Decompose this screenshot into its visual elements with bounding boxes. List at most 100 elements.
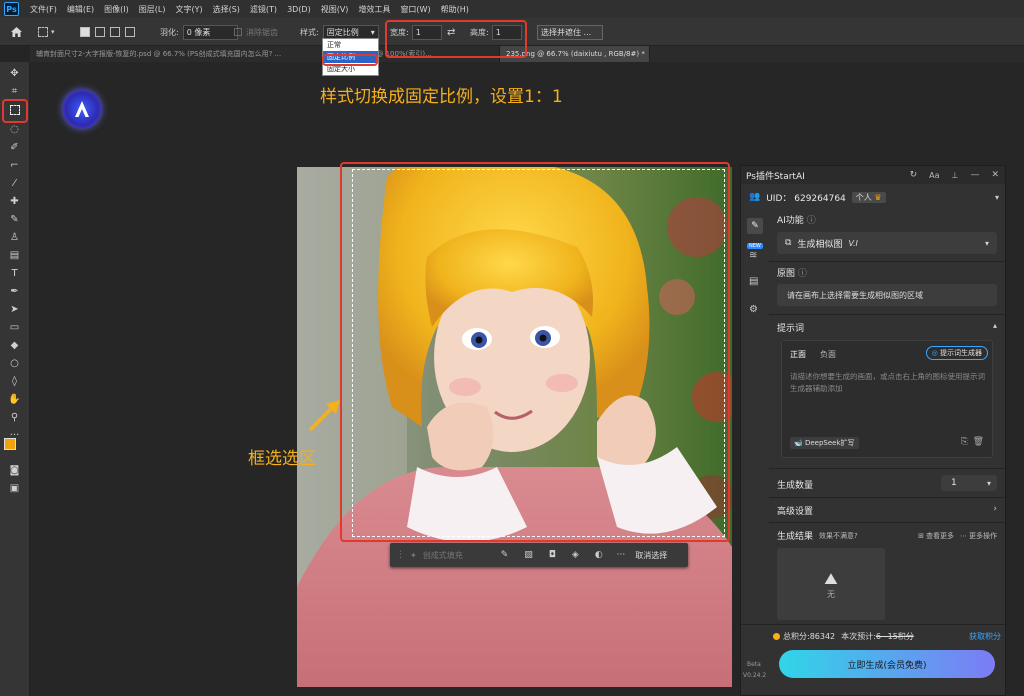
close-icon[interactable]: ✕: [991, 170, 999, 180]
brush-tool-icon[interactable]: ✎: [8, 213, 21, 226]
minimize-icon[interactable]: —: [970, 170, 979, 180]
style-label: 样式:: [300, 27, 319, 37]
subtract-selection-icon[interactable]: [110, 27, 120, 37]
mask-icon[interactable]: ◘: [549, 550, 556, 560]
document-tabs: 辅育封面尺寸2-大字报版-恢复的.psd @ 66.7% (PS创成式填充国内怎…: [30, 46, 1024, 62]
layers-tab-icon[interactable]: ≋: [749, 250, 757, 261]
settings-gear-icon[interactable]: ⚙: [749, 304, 758, 315]
results-unsatisfied[interactable]: 效果不满意?: [819, 531, 858, 541]
deepseek-expand-button[interactable]: 🐋 DeepSeek扩写: [790, 437, 859, 449]
lasso-tool-icon[interactable]: ◌: [8, 123, 21, 136]
result-thumbnail[interactable]: ⛰ 无: [777, 548, 885, 620]
type-tool-icon[interactable]: T: [8, 267, 21, 280]
chevron-up-icon[interactable]: ▴: [993, 321, 997, 334]
menu-view[interactable]: 视图(V): [316, 4, 354, 15]
fill-icon[interactable]: ◈: [572, 550, 579, 560]
prompt-generator-label: 提示词生成器: [940, 349, 982, 357]
account-badge-label: 个人: [855, 192, 872, 202]
feather-input[interactable]: 0 像素: [182, 24, 238, 40]
adjustment-icon[interactable]: ◐: [595, 550, 603, 560]
prompt-header[interactable]: 提示词 ▴: [777, 321, 997, 334]
prompt-textarea[interactable]: 请描述你想要生成的画面，或点击右上角的图标使用提示词生成器辅助添加: [790, 371, 986, 395]
more-options-icon[interactable]: ···: [617, 550, 626, 560]
menu-plugins[interactable]: 增效工具: [353, 4, 395, 15]
menu-help[interactable]: 帮助(H): [436, 4, 474, 15]
menu-filter[interactable]: 滤镜(T): [245, 4, 282, 15]
invert-selection-icon[interactable]: ▨: [524, 550, 533, 560]
menu-3d[interactable]: 3D(D): [282, 5, 316, 14]
account-badge[interactable]: 个人 ♛: [851, 191, 886, 203]
menu-file[interactable]: 文件(F): [25, 4, 62, 15]
home-icon[interactable]: [10, 24, 23, 40]
pen-tab-icon[interactable]: ✎: [747, 218, 763, 234]
font-size-icon[interactable]: Aa: [929, 171, 939, 180]
clone-stamp-icon[interactable]: ♙: [8, 231, 21, 244]
chevron-down-icon[interactable]: ▾: [995, 193, 999, 202]
refresh-icon[interactable]: ↻: [910, 170, 918, 180]
advanced-settings[interactable]: 高级设置 ›: [777, 504, 997, 517]
foreground-color-swatch[interactable]: [4, 438, 16, 450]
crop-tool-icon[interactable]: ⌐: [8, 159, 21, 172]
zoom-tool-icon[interactable]: ⚲: [8, 411, 21, 424]
startai-logo-icon[interactable]: [63, 90, 101, 128]
antialias-checkbox[interactable]: [234, 28, 242, 36]
marquee-preset-icon[interactable]: ▾: [38, 24, 55, 40]
menu-select[interactable]: 选择(S): [208, 4, 245, 15]
ai-function-select[interactable]: ⧉ 生成相似图 V.I ▾: [777, 232, 997, 254]
path-selection-icon[interactable]: ➤: [8, 303, 21, 316]
style-select-value: 固定比例: [326, 27, 359, 37]
menu-layer[interactable]: 图层(L): [134, 4, 171, 15]
select-and-mask-button[interactable]: 选择并遮住 ...: [537, 24, 603, 40]
brush-adjust-icon[interactable]: ✎: [501, 550, 509, 560]
count-label: 生成数量: [777, 481, 814, 491]
menu-window[interactable]: 窗口(W): [395, 4, 435, 15]
drag-handle-icon[interactable]: ⋮: [396, 550, 405, 560]
trash-icon[interactable]: 🗑: [973, 437, 984, 447]
count-value: 1: [951, 478, 957, 488]
document-tab-icon[interactable]: ▤: [749, 276, 758, 287]
tab-positive[interactable]: 正面: [790, 349, 806, 360]
ellipse-tool-icon[interactable]: ○: [8, 357, 21, 370]
count-select[interactable]: 1 ▾: [941, 475, 997, 491]
artboard-tool-icon[interactable]: ⌗: [8, 85, 21, 98]
source-area[interactable]: 请在画布上选择需要生成相似图的区域: [777, 284, 997, 306]
dropdown-option-normal[interactable]: 正常: [323, 39, 378, 51]
eyedropper-tool-icon[interactable]: ⁄: [8, 177, 21, 190]
feather-label: 羽化:: [160, 27, 179, 37]
rectangle-tool-icon[interactable]: ▭: [8, 321, 21, 334]
gradient-tool-icon[interactable]: ▤: [8, 249, 21, 262]
paint-bucket-icon[interactable]: ◆: [8, 339, 21, 352]
generative-fill-button[interactable]: 创成式填充: [423, 550, 493, 561]
selection-task-bar: ⋮ ✦ 创成式填充 ✎ ▨ ◘ ◈ ◐ ··· 取消选择: [390, 543, 688, 567]
get-points-link[interactable]: 获取积分: [969, 631, 1001, 642]
coin-icon: [773, 633, 780, 640]
healing-brush-icon[interactable]: ✚: [8, 195, 21, 208]
tab-document-1[interactable]: 辅育封面尺寸2-大字报版-恢复的.psd @ 66.7% (PS创成式填充国内怎…: [30, 46, 330, 62]
quick-mask-icon[interactable]: ◙: [8, 464, 21, 477]
more-actions-button[interactable]: 更多操作: [969, 531, 997, 541]
pen-tool-icon[interactable]: ✒: [8, 285, 21, 298]
ai-function-version: V.I: [848, 238, 858, 248]
add-selection-icon[interactable]: [95, 27, 105, 37]
deepseek-label: DeepSeek扩写: [804, 439, 855, 447]
tab-negative[interactable]: 负面: [820, 349, 836, 360]
new-selection-icon[interactable]: [80, 27, 90, 37]
pin-icon[interactable]: ⊥: [951, 171, 958, 180]
screen-mode-icon[interactable]: ▣: [8, 482, 21, 495]
move-tool-icon[interactable]: ✥: [8, 67, 21, 80]
prompt-generator-button[interactable]: ◎ 提示词生成器: [925, 346, 988, 360]
menu-image[interactable]: 图像(I): [99, 4, 134, 15]
quick-selection-tool-icon[interactable]: ✐: [8, 141, 21, 154]
hand-tool-icon[interactable]: ✋: [8, 393, 21, 406]
history-icon[interactable]: ⎘: [961, 437, 968, 447]
menu-edit[interactable]: 编辑(E): [62, 4, 99, 15]
photoshop-logo-icon: Ps: [4, 2, 19, 16]
menu-type[interactable]: 文字(Y): [170, 4, 207, 15]
selection-mode-icons[interactable]: [80, 24, 135, 40]
view-more-button[interactable]: 查看更多: [926, 531, 954, 541]
intersect-selection-icon[interactable]: [125, 27, 135, 37]
beta-label: Beta: [747, 661, 761, 668]
blur-tool-icon[interactable]: ◊: [8, 375, 21, 388]
generate-button[interactable]: 立即生成(会员免费): [779, 650, 995, 678]
deselect-button[interactable]: 取消选择: [635, 550, 667, 561]
